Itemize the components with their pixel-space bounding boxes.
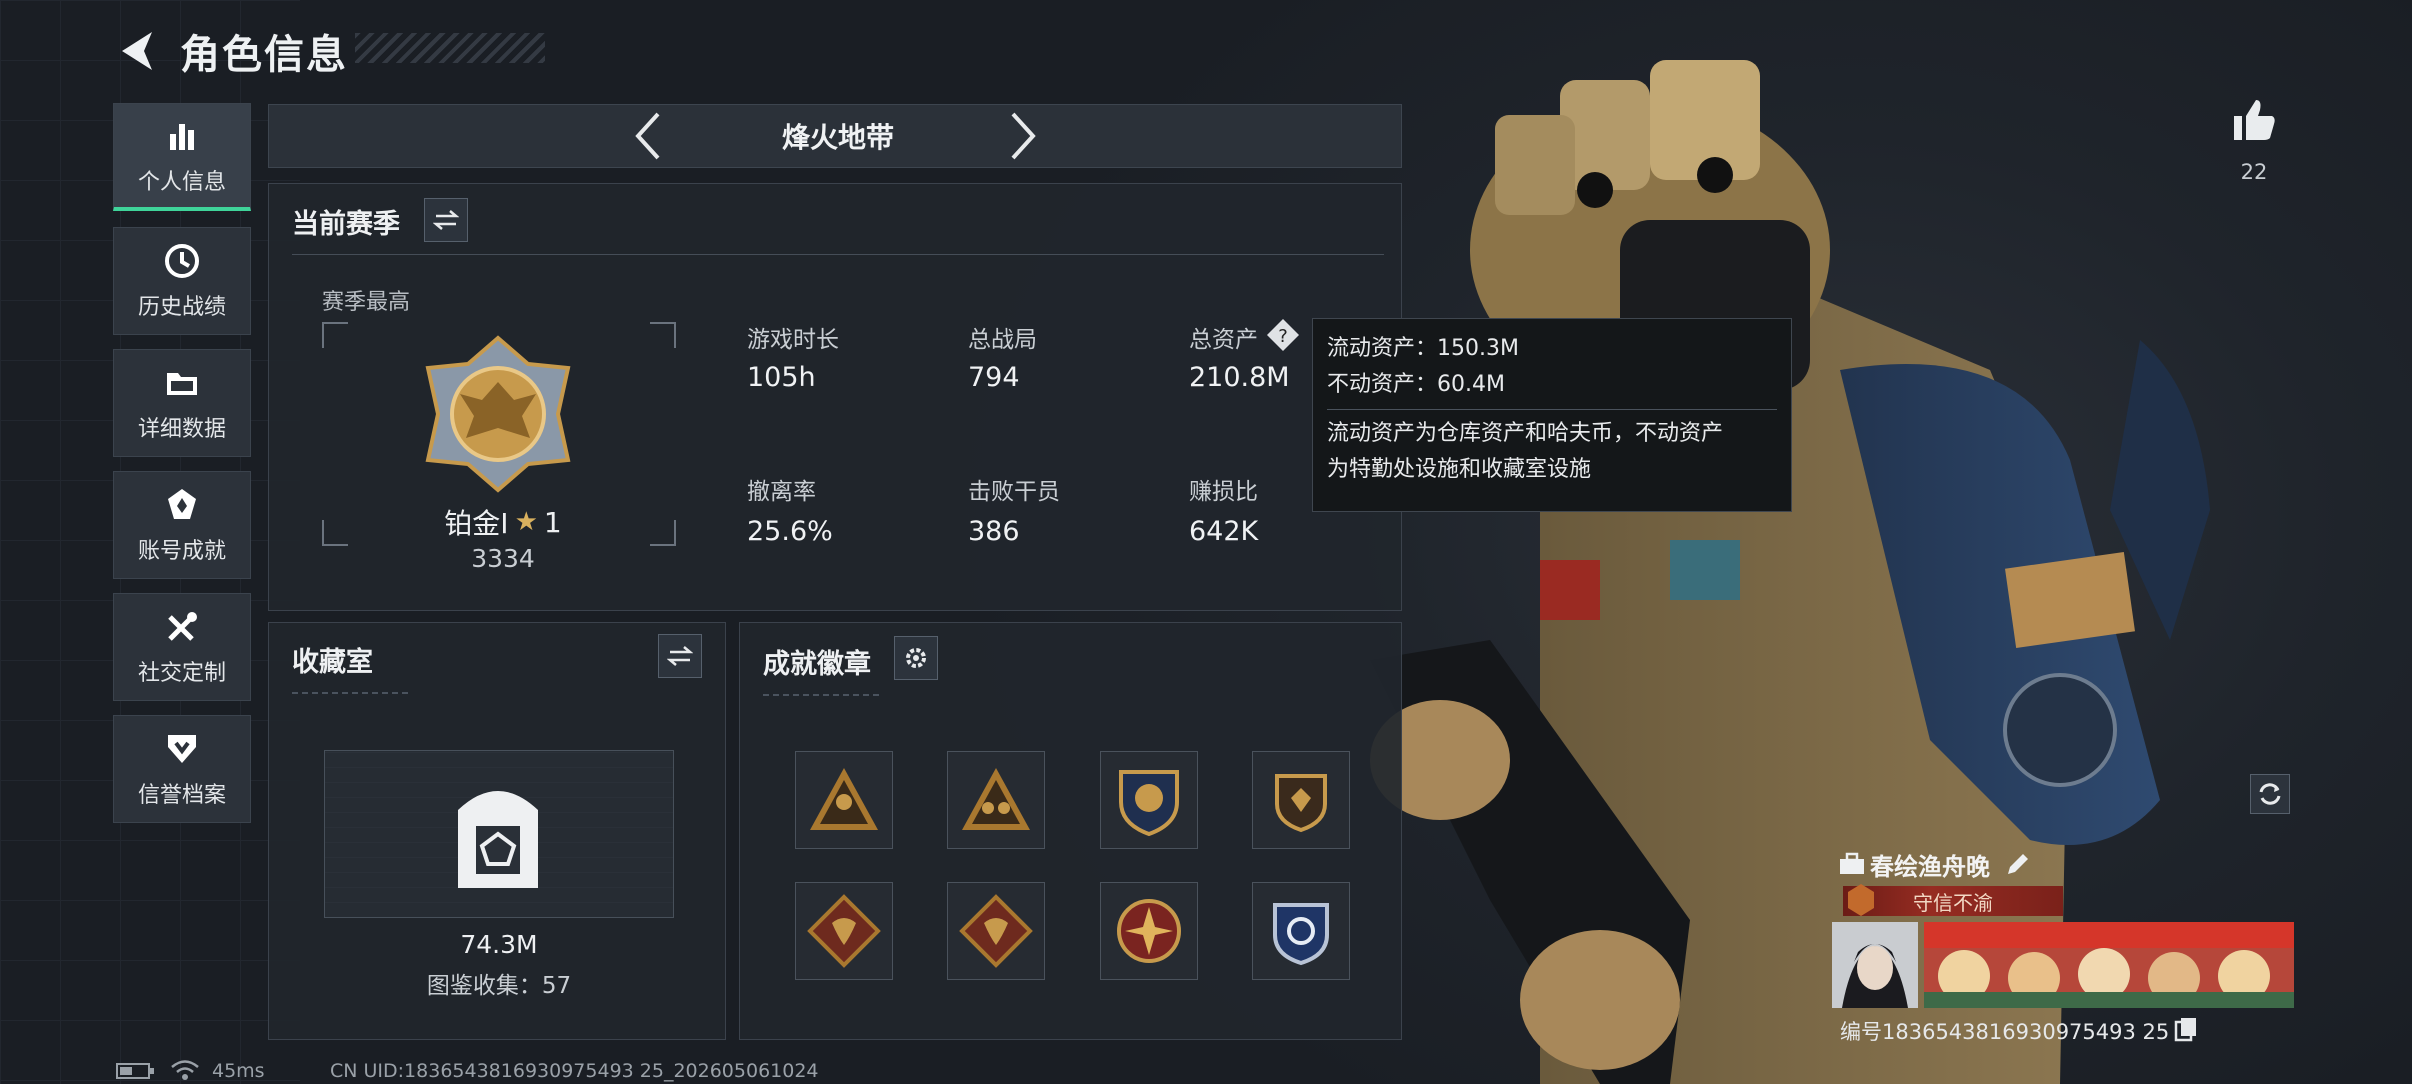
dragon-diamond-badge-2-icon[interactable] bbox=[947, 882, 1045, 980]
chevron-left-icon[interactable] bbox=[630, 108, 666, 164]
sidebar-item-label: 账号成就 bbox=[137, 539, 226, 564]
edit-pencil-icon[interactable] bbox=[2004, 850, 2032, 878]
tooltip-liquid-assets: 流动资产：150.3M bbox=[1327, 336, 1519, 361]
sidebar-item-label: 社交定制 bbox=[137, 661, 226, 686]
likes-count: 22 bbox=[2240, 160, 2268, 184]
collection-divider bbox=[292, 692, 412, 694]
crest-shield-badge-icon[interactable] bbox=[1100, 751, 1198, 849]
season-best-label: 赛季最高 bbox=[322, 290, 411, 315]
frame-corner bbox=[650, 520, 676, 546]
assets-tooltip: 流动资产：150.3M 不动资产：60.4M 流动资产为仓库资产和哈夫币，不动资… bbox=[1312, 318, 1792, 512]
ping-text: 45ms bbox=[212, 1060, 265, 1082]
tools-icon bbox=[168, 612, 197, 641]
triangle-soldier-badge-icon[interactable] bbox=[795, 751, 893, 849]
stat-value: 794 bbox=[968, 362, 1020, 393]
triangle-team-badge-icon[interactable] bbox=[947, 751, 1045, 849]
tooltip-fixed-assets: 不动资产：60.4M bbox=[1327, 372, 1505, 397]
copy-icon[interactable] bbox=[2174, 1016, 2198, 1042]
refresh-icon bbox=[2259, 783, 2281, 805]
frame-corner bbox=[322, 520, 348, 546]
gear-icon bbox=[906, 648, 926, 668]
stat-value: 642K bbox=[1189, 516, 1259, 547]
profile-banner-image bbox=[1924, 922, 2294, 1008]
page-title: 角色信息 bbox=[180, 32, 348, 78]
sidebar-item-label: 详细数据 bbox=[137, 417, 226, 442]
briefcase-icon bbox=[1840, 852, 1864, 874]
player-name: 春绘渔舟晚 bbox=[1870, 853, 1990, 881]
battery-icon bbox=[116, 1063, 154, 1079]
season-title: 当前赛季 bbox=[292, 209, 400, 240]
mode-name: 烽火地带 bbox=[781, 121, 894, 154]
player-title-tag: 守信不渝 bbox=[1843, 886, 2063, 916]
uid-text: CN UID:1836543816930975493 25_2026050610… bbox=[330, 1060, 819, 1082]
season-switch-button[interactable] bbox=[424, 198, 468, 242]
thumbs-up-icon[interactable] bbox=[2230, 96, 2278, 144]
rank-name: 铂金I bbox=[444, 507, 509, 540]
rank-score: 3334 bbox=[471, 544, 535, 573]
stat-value: 105h bbox=[747, 362, 816, 393]
sidebar-item-label: 信誉档案 bbox=[137, 783, 226, 808]
stat-label: 赚损比 bbox=[1189, 479, 1258, 505]
season-divider bbox=[292, 254, 1384, 255]
collection-switch-button[interactable] bbox=[658, 634, 702, 678]
swap-icon bbox=[433, 210, 459, 230]
tooltip-desc-1: 流动资产为仓库资产和哈夫币，不动资产 bbox=[1327, 421, 1724, 446]
stat-value: 386 bbox=[968, 516, 1020, 547]
stat-label: 游戏时长 bbox=[747, 327, 839, 353]
collection-value: 74.3M bbox=[460, 930, 538, 959]
stat-value: 210.8M bbox=[1189, 362, 1290, 393]
back-arrow-icon[interactable] bbox=[112, 26, 162, 76]
sidebar-item-label: 个人信息 bbox=[137, 169, 226, 195]
title-tag-text: 守信不渝 bbox=[1913, 890, 1993, 915]
tooltip-desc-2: 为特勤处设施和收藏室设施 bbox=[1327, 457, 1592, 482]
stat-label: 撤离率 bbox=[747, 479, 816, 505]
achievements-divider bbox=[763, 694, 883, 696]
frame-corner bbox=[650, 322, 676, 348]
refresh-button[interactable] bbox=[2250, 774, 2290, 814]
sidebar-item-personal-info[interactable]: 个人信息 bbox=[113, 103, 251, 211]
swap-icon bbox=[667, 646, 693, 666]
title-decoration bbox=[355, 33, 545, 63]
stat-label: 总资产 bbox=[1189, 327, 1258, 353]
rank-label: 铂金I ★ 1 bbox=[428, 502, 578, 542]
compass-crest-badge-icon[interactable] bbox=[1100, 882, 1198, 980]
achievements-settings-button[interactable] bbox=[894, 636, 938, 680]
vault-icon bbox=[458, 791, 538, 888]
stat-label: 击败干员 bbox=[968, 479, 1060, 505]
bar-chart-icon bbox=[170, 123, 194, 150]
sidebar-item-social-custom[interactable]: 社交定制 bbox=[113, 593, 251, 701]
platinum-rank-emblem-icon bbox=[425, 335, 571, 493]
chevron-right-icon[interactable] bbox=[1005, 108, 1041, 164]
star-icon: ★ bbox=[514, 507, 538, 537]
wifi-icon bbox=[171, 1060, 199, 1080]
sidebar-item-label: 历史战绩 bbox=[137, 295, 226, 320]
collection-title: 收藏室 bbox=[292, 647, 373, 678]
title-emblem-icon bbox=[1848, 884, 1874, 916]
sidebar-item-detailed-data[interactable]: 详细数据 bbox=[113, 349, 251, 457]
player-id: 编号1836543816930975493 25 bbox=[1840, 1020, 2170, 1044]
frame-corner bbox=[322, 322, 348, 348]
sidebar-item-achievements[interactable]: 账号成就 bbox=[113, 471, 251, 579]
rank-stars: 1 bbox=[543, 505, 562, 539]
collection-count: 图鉴收集：57 bbox=[426, 973, 572, 999]
dragon-diamond-badge-icon[interactable] bbox=[795, 882, 893, 980]
achievements-title: 成就徽章 bbox=[763, 649, 871, 680]
sidebar-item-history[interactable]: 历史战绩 bbox=[113, 227, 251, 335]
help-icon[interactable]: ? bbox=[1266, 318, 1300, 352]
achievement-icon bbox=[168, 489, 196, 519]
stat-value: 25.6% bbox=[747, 516, 833, 547]
dark-shield-badge-icon[interactable] bbox=[1252, 751, 1350, 849]
avatar[interactable] bbox=[1832, 922, 1918, 1008]
clock-history-icon bbox=[165, 244, 199, 278]
tooltip-divider bbox=[1327, 409, 1777, 410]
stat-label: 总战局 bbox=[968, 327, 1037, 353]
svg-text:?: ? bbox=[1278, 326, 1288, 347]
blue-shield-badge-icon[interactable] bbox=[1252, 882, 1350, 980]
credit-shield-icon bbox=[168, 735, 196, 763]
folder-icon bbox=[167, 373, 197, 395]
sidebar-item-credit-record[interactable]: 信誉档案 bbox=[113, 715, 251, 823]
